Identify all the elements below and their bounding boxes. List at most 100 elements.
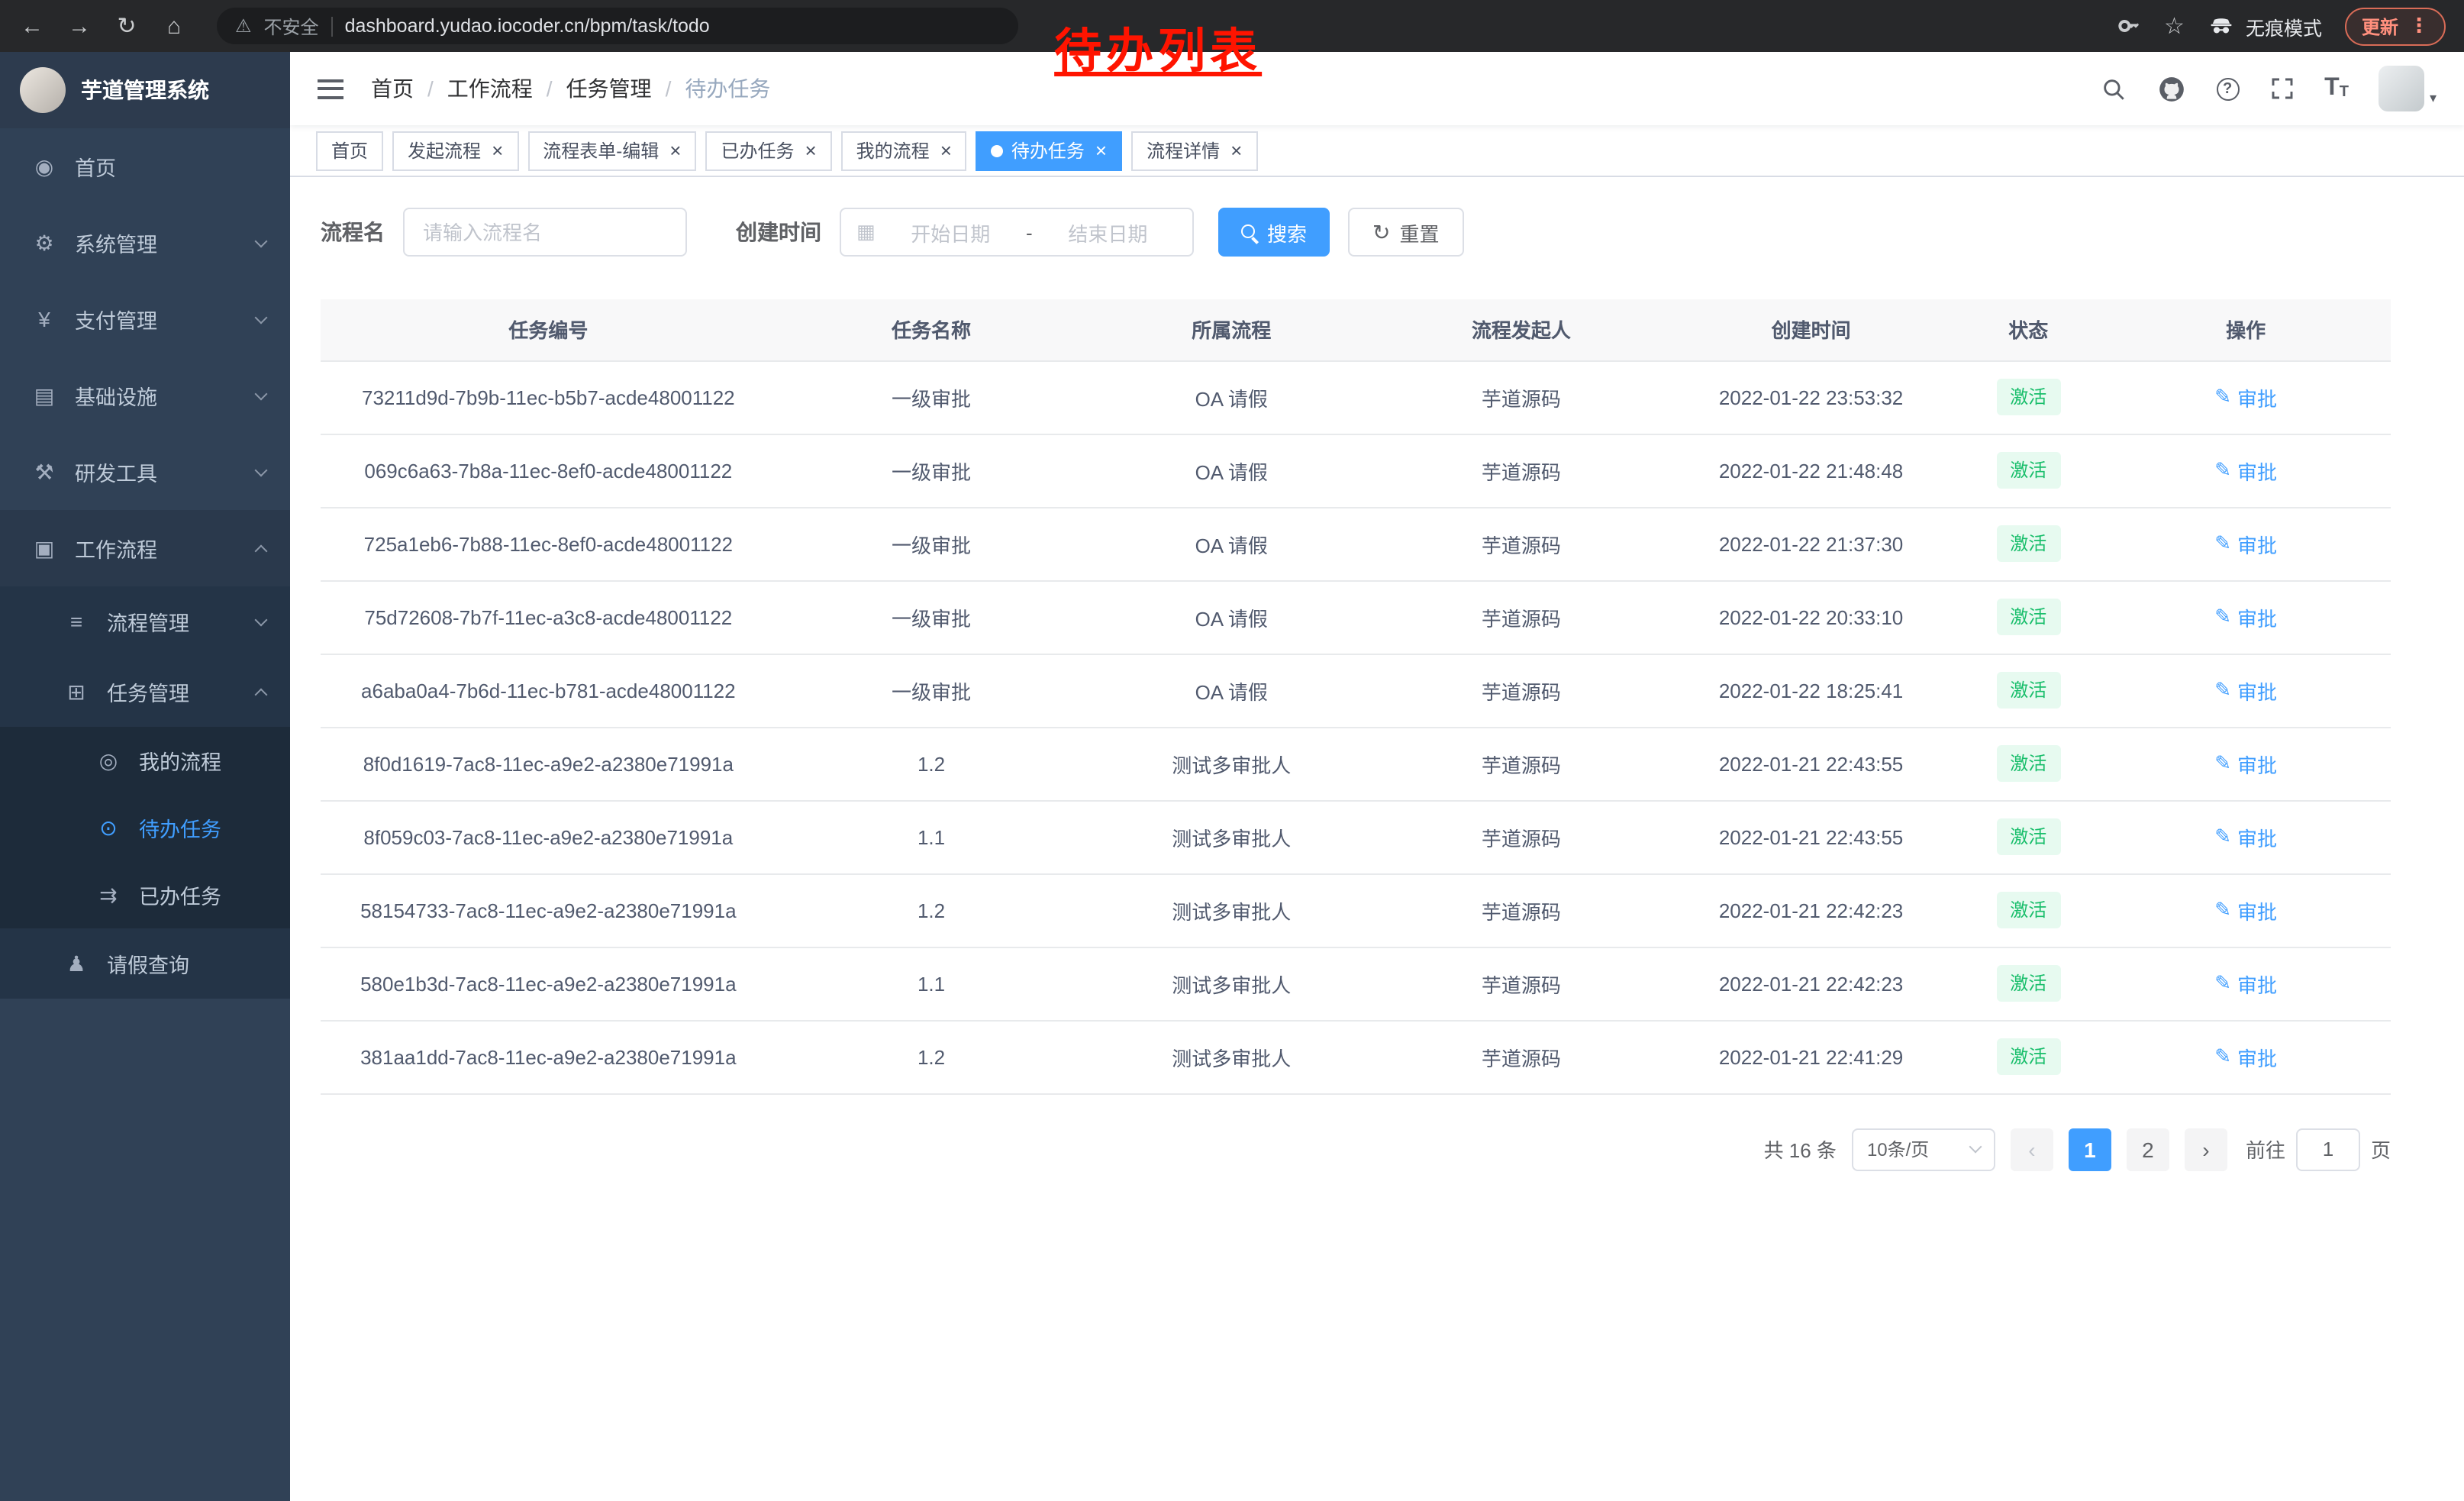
page-button-2[interactable]: 2: [2127, 1128, 2169, 1170]
cell-action: ✎ 审批: [2101, 360, 2391, 434]
cell-created-time: 2022-01-21 22:42:23: [1666, 873, 1956, 947]
dashboard-icon: ◉: [31, 153, 58, 179]
sidebar-item-done-tasks[interactable]: ⇉ 已办任务: [0, 861, 290, 928]
github-icon[interactable]: [2156, 74, 2185, 103]
cell-process: OA 请假: [1086, 654, 1376, 727]
page-button-1[interactable]: 1: [2069, 1128, 2111, 1170]
approve-link[interactable]: ✎ 审批: [2214, 1042, 2277, 1071]
goto-page: 前往 页: [2246, 1128, 2391, 1170]
sidebar-collapse-icon[interactable]: [318, 79, 343, 98]
calendar-icon: ▦: [856, 220, 876, 244]
next-page-button[interactable]: ›: [2185, 1128, 2227, 1170]
tab-start-process[interactable]: 发起流程 ×: [392, 131, 518, 170]
key-icon[interactable]: [2117, 14, 2141, 38]
close-icon[interactable]: ×: [805, 140, 816, 160]
tab-process-detail[interactable]: 流程详情 ×: [1131, 131, 1257, 170]
table-row: 8f059c03-7ac8-11ec-a9e2-a2380e71991a 1.1…: [321, 800, 2391, 873]
start-date-placeholder[interactable]: 开始日期: [882, 218, 1020, 247]
kebab-menu-icon[interactable]: ⋮: [2409, 14, 2429, 38]
date-range-picker[interactable]: ▦ 开始日期 - 结束日期: [840, 208, 1194, 257]
sidebar-item-todo-tasks[interactable]: ⊙ 待办任务: [0, 794, 290, 861]
edit-icon: ✎: [2214, 605, 2231, 629]
chevron-down-icon: [255, 387, 268, 400]
page-url[interactable]: dashboard.yudao.iocoder.cn/bpm/task/todo: [345, 15, 710, 37]
cell-created-time: 2022-01-21 22:43:55: [1666, 800, 1956, 873]
fullscreen-icon[interactable]: [2269, 76, 2294, 101]
search-button[interactable]: 搜索: [1218, 208, 1330, 257]
user-avatar-wrap[interactable]: ▾: [2379, 66, 2437, 111]
sidebar-item-my-process[interactable]: ◎ 我的流程: [0, 727, 290, 794]
forward-icon[interactable]: →: [66, 15, 93, 37]
breadcrumb-workflow[interactable]: 工作流程: [447, 73, 533, 104]
cell-task-name: 一级审批: [776, 434, 1087, 507]
sidebar-item-workflow[interactable]: ▣ 工作流程: [0, 510, 290, 586]
tab-todo-tasks[interactable]: 待办任务 ×: [976, 131, 1122, 170]
cell-status: 激活: [1956, 727, 2101, 800]
tab-home[interactable]: 首页: [316, 131, 383, 170]
cell-created-time: 2022-01-21 22:41:29: [1666, 1020, 1956, 1093]
close-icon[interactable]: ×: [492, 140, 503, 160]
sidebar-item-home[interactable]: ◉ 首页: [0, 128, 290, 205]
col-task-name: 任务名称: [776, 299, 1087, 360]
approve-link[interactable]: ✎ 审批: [2214, 896, 2277, 925]
home-icon[interactable]: ⌂: [160, 15, 188, 37]
active-tab-dot: [992, 144, 1004, 157]
status-badge: 激活: [1996, 818, 2060, 855]
font-size-icon[interactable]: TT: [2324, 76, 2349, 101]
cell-action: ✎ 审批: [2101, 507, 2391, 580]
sidebar-item-leave-query[interactable]: ♟ 请假查询: [0, 928, 290, 999]
back-icon[interactable]: ←: [18, 15, 46, 37]
update-button[interactable]: 更新 ⋮: [2345, 7, 2446, 45]
sidebar-item-task-mgmt[interactable]: ⊞ 任务管理: [0, 657, 290, 727]
cell-process: OA 请假: [1086, 360, 1376, 434]
cell-created-time: 2022-01-22 21:37:30: [1666, 507, 1956, 580]
end-date-placeholder[interactable]: 结束日期: [1039, 218, 1177, 247]
tags-view-bar: 首页 发起流程 × 流程表单-编辑 × 已办任务 × 我的流程 × 待办任务 ×…: [290, 125, 2464, 177]
approve-link[interactable]: ✎ 审批: [2214, 676, 2277, 705]
close-icon[interactable]: ×: [1230, 140, 1242, 160]
cell-action: ✎ 审批: [2101, 654, 2391, 727]
status-badge: 激活: [1996, 892, 2060, 928]
edit-icon: ✎: [2214, 898, 2231, 922]
tab-process-form-edit[interactable]: 流程表单-编辑 ×: [527, 131, 696, 170]
approve-link[interactable]: ✎ 审批: [2214, 749, 2277, 778]
sidebar-item-system[interactable]: ⚙ 系统管理: [0, 205, 290, 281]
goto-page-input[interactable]: [2296, 1128, 2360, 1170]
approve-link[interactable]: ✎ 审批: [2214, 602, 2277, 631]
security-label[interactable]: 不安全: [264, 13, 319, 39]
page-size-select[interactable]: 10条/页: [1852, 1128, 1995, 1170]
approve-link[interactable]: ✎ 审批: [2214, 383, 2277, 412]
sidebar-item-infrastructure[interactable]: ▤ 基础设施: [0, 357, 290, 434]
approve-link[interactable]: ✎ 审批: [2214, 969, 2277, 998]
cell-action: ✎ 审批: [2101, 947, 2391, 1020]
incognito-icon: [2208, 12, 2235, 40]
bookmark-star-icon[interactable]: ☆: [2164, 12, 2185, 40]
cell-created-time: 2022-01-22 18:25:41: [1666, 654, 1956, 727]
gear-icon: ⚙: [31, 230, 58, 256]
close-icon[interactable]: ×: [940, 140, 952, 160]
reload-icon[interactable]: ↻: [113, 15, 140, 37]
close-icon[interactable]: ×: [669, 140, 681, 160]
close-icon[interactable]: ×: [1095, 140, 1107, 160]
breadcrumb-task-mgmt[interactable]: 任务管理: [566, 73, 652, 104]
url-bar[interactable]: ⚠ 不安全 dashboard.yudao.iocoder.cn/bpm/tas…: [217, 8, 1018, 44]
tab-my-process[interactable]: 我的流程 ×: [841, 131, 967, 170]
approve-link[interactable]: ✎ 审批: [2214, 456, 2277, 485]
search-icon[interactable]: [2100, 76, 2126, 102]
breadcrumb-home[interactable]: 首页: [371, 73, 414, 104]
cell-action: ✎ 审批: [2101, 1020, 2391, 1093]
cell-task-id: a6aba0a4-7b6d-11ec-b781-acde48001122: [321, 654, 776, 727]
sidebar-item-process-mgmt[interactable]: ≡ 流程管理: [0, 586, 290, 657]
sidebar-item-payment[interactable]: ¥ 支付管理: [0, 281, 290, 357]
sidebar-item-devtools[interactable]: ⚒ 研发工具: [0, 434, 290, 510]
prev-page-button[interactable]: ‹: [2011, 1128, 2053, 1170]
reset-button[interactable]: ↻ 重置: [1348, 208, 1464, 257]
help-icon[interactable]: ?: [2216, 77, 2239, 100]
tab-done-tasks[interactable]: 已办任务 ×: [705, 131, 831, 170]
cell-process: 测试多审批人: [1086, 727, 1376, 800]
avatar[interactable]: [2379, 66, 2425, 111]
approve-link[interactable]: ✎ 审批: [2214, 529, 2277, 558]
chevron-up-icon: [255, 689, 268, 702]
process-name-input[interactable]: [403, 208, 687, 257]
approve-link[interactable]: ✎ 审批: [2214, 822, 2277, 851]
